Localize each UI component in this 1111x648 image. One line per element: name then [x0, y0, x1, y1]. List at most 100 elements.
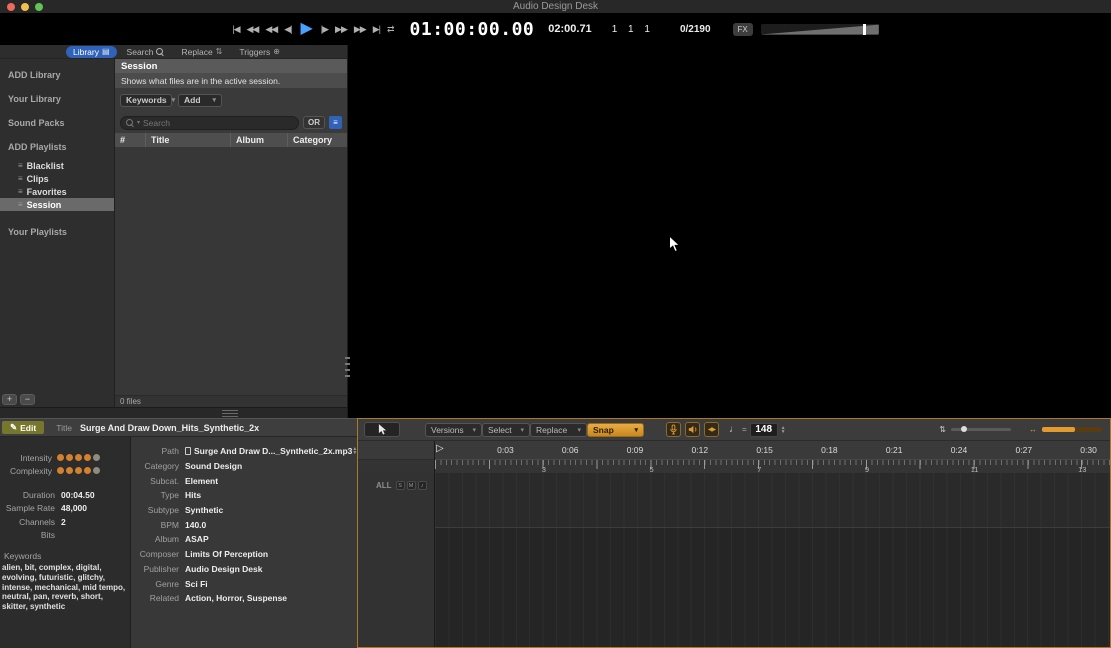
monitor-button[interactable]	[685, 422, 700, 437]
tempo-stepper[interactable]: ▲ ▼	[781, 425, 786, 434]
column-category[interactable]: Category	[287, 133, 345, 147]
field-value: 140.0	[185, 519, 207, 530]
fx-button[interactable]: FX	[732, 22, 753, 36]
edit-button[interactable]: ✎ Edit	[2, 421, 45, 434]
library-tab-bar: Library ▤ Search Replace ⇅ Triggers ⊕	[0, 45, 347, 59]
track-area[interactable]	[435, 473, 1110, 647]
step-forward-icon[interactable]: |▶	[321, 24, 329, 34]
playlist-item-favorites[interactable]: ≡ Favorites	[0, 185, 114, 198]
column-album[interactable]: Album	[230, 133, 287, 147]
vertical-resize-handle[interactable]	[345, 353, 350, 377]
bars-beats-display: 1 1 1	[611, 23, 654, 35]
fast-forward-icon[interactable]: ▶▶	[335, 24, 348, 34]
field-value: Hits	[185, 490, 202, 501]
versions-dropdown[interactable]: Versions	[425, 422, 482, 437]
sidebar-item-your-library[interactable]: Your Library	[0, 87, 114, 111]
search-scope-caret-icon[interactable]: ▾	[137, 119, 140, 126]
secondary-time-display: 02:00.71	[548, 23, 592, 35]
pitch-slider-knob[interactable]	[961, 426, 967, 432]
solo-button[interactable]: S	[395, 481, 405, 490]
pointer-tool-button[interactable]	[364, 422, 400, 437]
library-panel: Library ▤ Search Replace ⇅ Triggers ⊕ AD…	[0, 45, 347, 418]
complexity-rating[interactable]	[57, 467, 100, 474]
pitch-slider[interactable]	[951, 426, 1011, 432]
go-to-start-icon[interactable]: |◀	[232, 24, 240, 34]
field-label: Album	[154, 534, 179, 545]
stretch-slider-fill	[1042, 427, 1075, 432]
field-category: Category Sound Design	[131, 459, 362, 474]
next-section-icon[interactable]: ▶▶	[354, 24, 367, 34]
replace-arrows-icon: ⇅	[215, 47, 223, 56]
playlist-item-blacklist[interactable]: ≡ Blacklist	[0, 159, 114, 172]
library-list-panel: Session Shows what files are in the acti…	[115, 59, 347, 407]
playhead-marker[interactable]: ▷	[436, 444, 444, 454]
column-title[interactable]: Title	[145, 133, 230, 147]
title-field-label: Title	[56, 422, 72, 433]
pencil-icon: ✎	[10, 422, 18, 432]
horizontal-resize-handle[interactable]	[0, 407, 347, 418]
snap-dropdown[interactable]: Snap	[587, 422, 644, 437]
sidebar-item-your-playlists[interactable]: Your Playlists	[0, 220, 114, 244]
track-lane[interactable]	[435, 473, 1110, 528]
field-bpm: BPM 140.0	[131, 517, 362, 532]
panel-description: Shows what files are in the active sessi…	[115, 73, 347, 88]
field-subcategory: Subcat. Element	[131, 473, 362, 488]
tab-search[interactable]: Search	[120, 46, 172, 58]
stat-duration: Duration 00:04.50	[0, 488, 130, 502]
audition-button[interactable]: ♪	[417, 481, 427, 490]
keywords-dropdown[interactable]: Keywords	[120, 93, 172, 107]
stretch-slider[interactable]	[1042, 427, 1102, 432]
field-value: Action, Horror, Suspense	[185, 593, 288, 604]
tab-library[interactable]: Library ▤	[66, 45, 117, 58]
rewind-icon[interactable]: ◀◀	[265, 24, 278, 34]
bar-ruler[interactable]: 3 5 7 9 11 13	[435, 459, 1110, 474]
playlist-item-session[interactable]: ≡ Session	[0, 198, 114, 211]
all-tracks-label: ALL	[376, 481, 392, 490]
add-playlist-button[interactable]: +	[2, 394, 17, 405]
trim-mode-button[interactable]: ◀▶	[704, 422, 719, 437]
transport-buttons: |◀ ◀◀ ◀◀ ◀| ▶ |▶ ▶▶ ▶▶ ▶| ⇄	[232, 21, 394, 37]
field-path: Path Surge And Draw D..._Synthetic_2x.mp…	[131, 444, 362, 459]
time-ruler[interactable]: ▷ 0:03 0:06 0:09 0:12 0:15 0:18 0:21 0:2…	[435, 441, 1110, 459]
intensity-rating[interactable]	[57, 454, 100, 461]
sidebar-item-add-library[interactable]: ADD Library	[0, 63, 114, 87]
loop-icon[interactable]: ⇄	[387, 24, 394, 34]
record-mic-button[interactable]	[666, 422, 681, 437]
tab-replace[interactable]: Replace ⇅	[174, 46, 229, 58]
stat-label: Duration	[22, 489, 55, 500]
stat-label: Bits	[40, 530, 55, 541]
select-dropdown[interactable]: Select	[482, 422, 530, 437]
column-number[interactable]: #	[115, 133, 145, 147]
go-to-end-icon[interactable]: ▶|	[373, 24, 381, 34]
remove-playlist-button[interactable]: −	[20, 394, 35, 405]
mute-button[interactable]: M	[406, 481, 416, 490]
tab-triggers[interactable]: Triggers ⊕	[232, 46, 287, 58]
master-volume-slider[interactable]	[760, 23, 879, 35]
stat-channels: Channels 2	[0, 515, 130, 529]
field-value: Sci Fi	[185, 578, 208, 589]
library-grid-icon: ▤	[101, 47, 110, 56]
step-back-icon[interactable]: ◀|	[284, 24, 292, 34]
sidebar-item-sound-packs[interactable]: Sound Packs	[0, 111, 114, 135]
playlist-item-clips[interactable]: ≡ Clips	[0, 172, 114, 185]
search-input[interactable]	[143, 117, 293, 128]
field-value: Sound Design	[185, 461, 243, 472]
or-toggle-button[interactable]: OR	[303, 116, 325, 129]
add-filter-dropdown[interactable]: Add	[178, 93, 222, 107]
sidebar-item-add-playlists[interactable]: ADD Playlists	[0, 135, 114, 159]
time-label: 0:09	[626, 445, 644, 455]
complexity-row: Complexity	[0, 464, 130, 477]
tempo-value[interactable]: 148	[749, 422, 778, 437]
field-value: Audio Design Desk	[185, 563, 263, 574]
play-icon[interactable]: ▶	[300, 21, 312, 37]
stat-label: Sample Rate	[5, 503, 55, 514]
column-options-button[interactable]: ≡	[329, 116, 342, 129]
replace-dropdown[interactable]: Replace	[530, 422, 587, 437]
previous-section-icon[interactable]: ◀◀	[247, 24, 260, 34]
search-field[interactable]: ▾	[120, 115, 299, 130]
field-label: Publisher	[143, 563, 179, 574]
file-list-empty[interactable]	[115, 147, 347, 395]
time-label: 0:03	[497, 445, 514, 455]
volume-marker[interactable]	[863, 23, 867, 35]
timeline-panel: Versions Select Replace Snap	[357, 418, 1111, 648]
